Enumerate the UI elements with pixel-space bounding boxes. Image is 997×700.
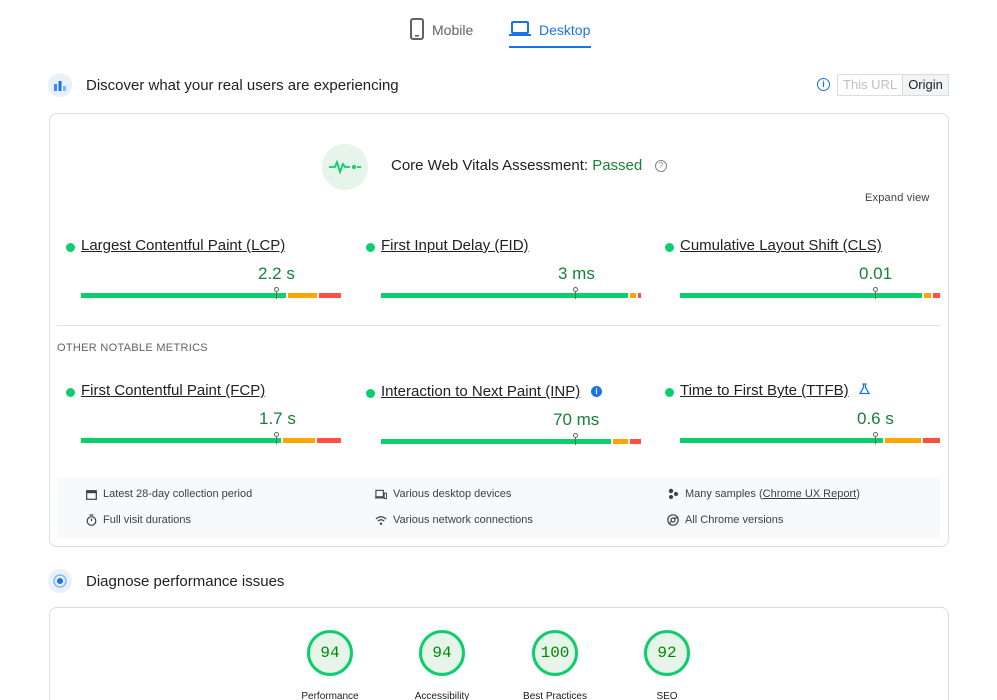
- devices-icon: [375, 488, 387, 500]
- cwv-assessment-status: Passed: [592, 157, 643, 174]
- stopwatch-icon: [85, 514, 97, 526]
- good-status-dot: [665, 388, 674, 397]
- lighthouse-icon: [48, 569, 72, 593]
- device-info-text: Various desktop devices: [393, 488, 512, 500]
- phone-icon: [410, 17, 424, 43]
- metric-fcp: First Contentful Paint (FCP) 1.7 s: [66, 381, 341, 444]
- score-gauge: 94: [419, 630, 465, 676]
- metrics-divider: [57, 325, 940, 326]
- chrome-versions: All Chrome versions: [667, 514, 783, 526]
- metric-fid-value: 3 ms: [558, 264, 595, 283]
- lab-data-title: Diagnose performance issues: [86, 572, 285, 590]
- metric-inp: Interaction to Next Paint (INP) i 70 ms: [366, 382, 641, 445]
- metric-cls-link[interactable]: Cumulative Layout Shift (CLS): [680, 237, 882, 254]
- good-status-dot: [66, 243, 75, 252]
- network-info: Various network connections: [375, 514, 533, 526]
- tab-mobile-label: Mobile: [432, 22, 474, 38]
- calendar-icon: [85, 488, 97, 500]
- score-accessibility[interactable]: 94 Accessibility: [402, 630, 482, 700]
- chrome-icon: [667, 514, 679, 526]
- score-performance[interactable]: 94 Performance: [290, 630, 370, 700]
- score-gauge: 100: [532, 630, 578, 676]
- experimental-flask-icon: [858, 382, 871, 395]
- percentile-marker: [873, 287, 878, 292]
- good-status-dot: [366, 389, 375, 398]
- vitals-pulse-icon: [322, 144, 368, 190]
- percentile-marker: [573, 433, 578, 438]
- score-label: Accessibility: [414, 691, 470, 700]
- metric-fcp-value: 1.7 s: [259, 409, 296, 428]
- expand-view-button[interactable]: Expand view: [865, 192, 930, 204]
- score-gauge: 92: [644, 630, 690, 676]
- collection-info-panel: Latest 28-day collection period Various …: [57, 478, 940, 538]
- score-seo[interactable]: 92 SEO: [627, 630, 707, 700]
- score-best-practices[interactable]: 100 Best Practices: [515, 630, 595, 700]
- field-data-header: Discover what your real users are experi…: [48, 73, 399, 97]
- metric-lcp-link[interactable]: Largest Contentful Paint (LCP): [81, 237, 285, 254]
- other-metrics-heading: OTHER NOTABLE METRICS: [57, 342, 208, 354]
- users-chart-icon: [48, 73, 72, 97]
- samples-prefix: Many samples (: [685, 488, 763, 500]
- chrome-ux-report-link[interactable]: Chrome UX Report: [763, 488, 857, 500]
- metric-lcp-value: 2.2 s: [258, 264, 295, 283]
- percentile-marker: [274, 287, 279, 292]
- metric-ttfb-value: 0.6 s: [857, 409, 894, 428]
- origin-button[interactable]: Origin: [903, 75, 948, 95]
- cwv-assessment-label: Core Web Vitals Assessment:: [391, 157, 593, 174]
- metric-fcp-link[interactable]: First Contentful Paint (FCP): [81, 382, 265, 399]
- metric-fid: First Input Delay (FID) 3 ms: [366, 236, 641, 299]
- wifi-icon: [375, 514, 387, 526]
- percentile-marker: [573, 287, 578, 292]
- metric-inp-value: 70 ms: [553, 410, 600, 429]
- metric-ttfb-link[interactable]: Time to First Byte (TTFB): [680, 382, 849, 399]
- visit-durations: Full visit durations: [85, 514, 191, 526]
- percentile-marker: [274, 432, 279, 437]
- good-status-dot: [665, 243, 674, 252]
- tab-mobile[interactable]: Mobile: [410, 12, 473, 48]
- visit-durations-text: Full visit durations: [103, 514, 192, 526]
- info-icon[interactable]: i: [817, 78, 830, 91]
- form-factor-tabs: Mobile Desktop: [0, 0, 997, 50]
- score-gauge: 94: [307, 630, 353, 676]
- this-url-button[interactable]: This URL: [838, 75, 904, 95]
- samples-suffix: ): [856, 488, 860, 500]
- url-origin-toggle: This URL Origin: [837, 74, 949, 96]
- metric-cls: Cumulative Layout Shift (CLS) 0.01: [665, 236, 940, 299]
- good-status-dot: [66, 388, 75, 397]
- percentile-marker: [873, 432, 878, 437]
- samples-info: Many samples (Chrome UX Report): [667, 488, 860, 500]
- cwv-assessment: Core Web Vitals Assessment: Passed: [391, 157, 642, 174]
- good-status-dot: [366, 243, 375, 252]
- metric-lcp: Largest Contentful Paint (LCP) 2.2 s: [66, 236, 341, 299]
- score-label: Performance: [301, 691, 359, 700]
- metric-inp-link[interactable]: Interaction to Next Paint (INP): [381, 383, 580, 400]
- lab-data-header: Diagnose performance issues: [48, 569, 284, 593]
- collection-period-text: Latest 28-day collection period: [103, 488, 253, 500]
- score-label: Best Practices: [523, 691, 587, 700]
- chrome-versions-text: All Chrome versions: [685, 514, 784, 526]
- score-label: SEO: [656, 691, 678, 700]
- field-data-title: Discover what your real users are experi…: [86, 76, 399, 94]
- tab-desktop-label: Desktop: [539, 22, 591, 38]
- lab-data-card: [49, 607, 949, 700]
- metric-cls-value: 0.01: [859, 264, 893, 283]
- tab-desktop[interactable]: Desktop: [509, 12, 590, 48]
- info-icon[interactable]: i: [591, 386, 602, 397]
- metric-fid-link[interactable]: First Input Delay (FID): [381, 237, 529, 254]
- collection-period: Latest 28-day collection period: [85, 488, 252, 500]
- network-info-text: Various network connections: [393, 514, 533, 526]
- device-info: Various desktop devices: [375, 488, 511, 500]
- people-icon: [667, 488, 679, 500]
- metric-ttfb: Time to First Byte (TTFB) 0.6 s: [665, 381, 940, 444]
- laptop-icon: [509, 20, 531, 40]
- help-icon[interactable]: ?: [655, 160, 667, 172]
- active-tab-indicator: [509, 46, 591, 48]
